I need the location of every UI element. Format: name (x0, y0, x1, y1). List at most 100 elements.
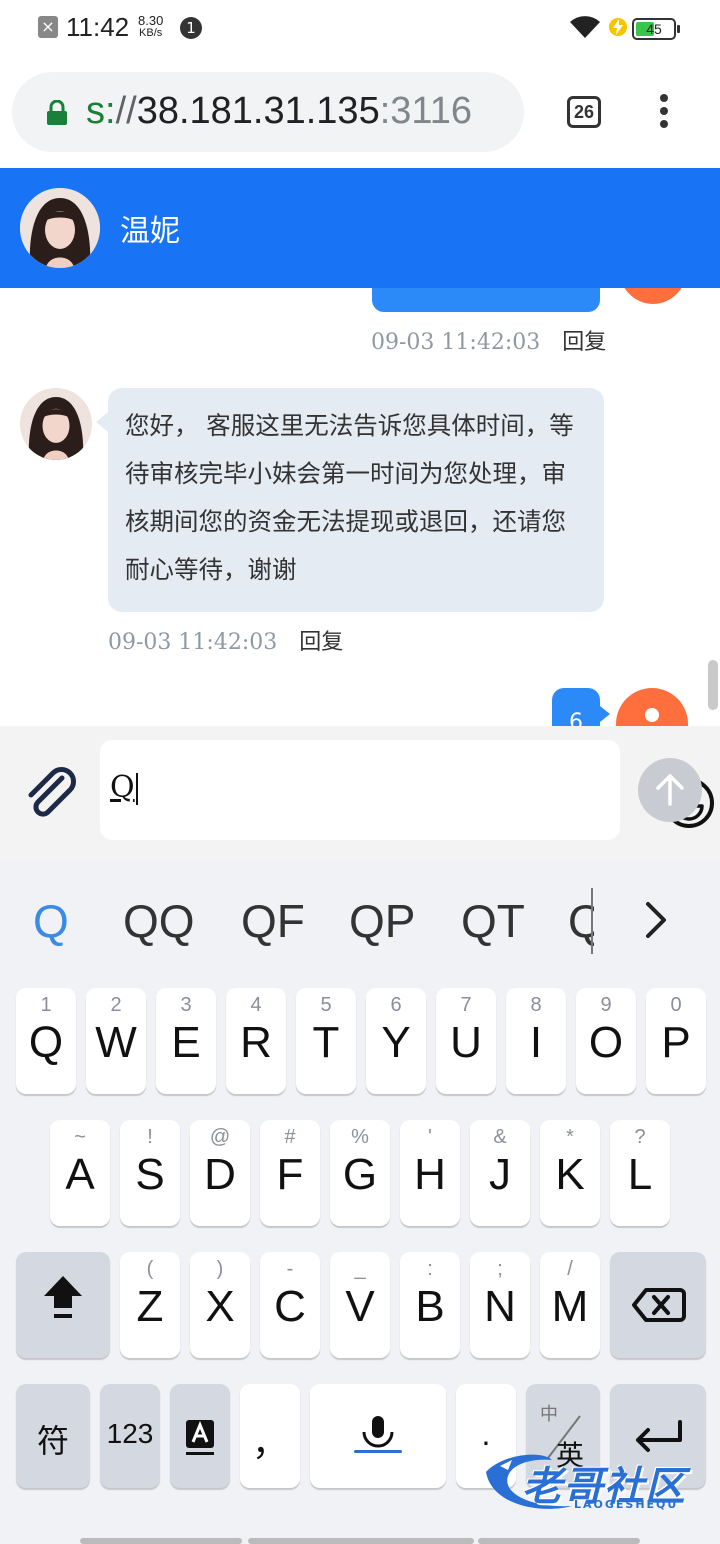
key-sub: # (284, 1126, 296, 1148)
message-meta: 09-03 11:42:03 回复 (371, 324, 606, 356)
reply-button[interactable]: 回复 (299, 630, 343, 655)
user-avatar[interactable] (616, 688, 688, 726)
more-options-icon[interactable] (654, 94, 674, 134)
key-label: Y (381, 1018, 411, 1067)
message-input-value: Q (110, 770, 138, 805)
key-label: F (276, 1150, 304, 1199)
key-w[interactable]: 2W (86, 988, 146, 1094)
reply-button[interactable]: 回复 (562, 330, 606, 355)
handwriting-key[interactable] (170, 1384, 230, 1488)
outgoing-message-bubble[interactable] (372, 288, 600, 312)
key-a[interactable]: ~ A (50, 1120, 110, 1226)
incoming-message-bubble[interactable]: 您好， 客服这里无法告诉您具体时间，等待审核完毕小妹会第一时间为您处理，审核期间… (96, 388, 604, 612)
composing-text: Q (110, 770, 135, 805)
key-b[interactable]: :B (400, 1252, 460, 1358)
key-sub: 6 (390, 994, 402, 1016)
key-u[interactable]: 7U (436, 988, 496, 1094)
key-label: U (450, 1018, 482, 1067)
contact-name: 温妮 (120, 214, 180, 249)
message-input[interactable]: Q (100, 740, 714, 840)
girl-avatar-icon (20, 388, 92, 460)
key-z[interactable]: (Z (120, 1252, 180, 1358)
backspace-key[interactable] (610, 1252, 706, 1358)
key-sub: * (566, 1126, 574, 1148)
candidate-word[interactable]: QF (241, 894, 305, 948)
key-e[interactable]: 3E (156, 988, 216, 1094)
key-label: H (414, 1150, 446, 1199)
symbols-key[interactable]: 符 (16, 1384, 90, 1488)
address-bar[interactable]: s://38.181.31.135:3116 (12, 72, 524, 152)
key-y[interactable]: 6Y (366, 988, 426, 1094)
send-button[interactable] (638, 758, 702, 822)
key-l[interactable]: ? L (610, 1120, 670, 1226)
key-c[interactable]: -C (260, 1252, 320, 1358)
message-list[interactable]: 09-03 11:42:03 回复 您好， 客服这里无法告诉您具体时间，等待审核完… (0, 288, 720, 726)
candidate-word[interactable]: QQ (123, 894, 195, 948)
key-h[interactable]: ' H (400, 1120, 460, 1226)
key-g[interactable]: % G (330, 1120, 390, 1226)
key-n[interactable]: ; N (470, 1252, 530, 1358)
key-label: I (529, 1018, 543, 1067)
key-sub: @ (209, 1126, 231, 1148)
key-o[interactable]: 9O (576, 988, 636, 1094)
chevron-right-icon[interactable] (640, 898, 672, 942)
key-sub: 7 (460, 994, 472, 1016)
key-m[interactable]: / M (540, 1252, 600, 1358)
candidate-word[interactable]: Q (33, 894, 69, 948)
candidate-word[interactable]: QT (461, 894, 525, 948)
key-label: Z (136, 1282, 164, 1331)
outgoing-message-bubble[interactable]: 6 (552, 688, 610, 726)
key-label: L (627, 1150, 653, 1199)
shift-arrow-icon (44, 1276, 82, 1318)
watermark-subtext: LAOGESHEQU (574, 1498, 679, 1511)
key-sub: 9 (600, 994, 612, 1016)
key-p[interactable]: 0P (646, 988, 706, 1094)
key-d[interactable]: @ D (190, 1120, 250, 1226)
key-sub: / (567, 1258, 573, 1280)
key-q[interactable]: 1Q (16, 988, 76, 1094)
scrollbar-thumb[interactable] (708, 660, 718, 710)
key-t[interactable]: 5T (296, 988, 356, 1094)
lock-icon (47, 100, 67, 125)
arrow-up-icon (656, 774, 684, 806)
key-sub: 1 (40, 994, 52, 1016)
key-sub: ? (634, 1126, 646, 1148)
tab-switcher-button[interactable]: 26 (567, 96, 601, 128)
key-label: T (312, 1018, 340, 1067)
key-x[interactable]: ) X (190, 1252, 250, 1358)
comma-key[interactable]: ， (240, 1384, 300, 1488)
paperclip-icon[interactable] (22, 764, 78, 820)
candidate-word[interactable]: QP (349, 894, 415, 948)
key-sub: : (427, 1258, 433, 1280)
key-label: G (342, 1150, 378, 1199)
url-host: 38.181.31.135 (136, 90, 380, 132)
key-i[interactable]: 8I (506, 988, 566, 1094)
battery-level: 45 (646, 21, 662, 37)
space-key[interactable] (310, 1384, 446, 1488)
key-k[interactable]: * K (540, 1120, 600, 1226)
close-notification-icon: × (38, 16, 58, 38)
key-r[interactable]: 4R (226, 988, 286, 1094)
key-s[interactable]: ! S (120, 1120, 180, 1226)
key-f[interactable]: # F (260, 1120, 320, 1226)
contact-avatar[interactable] (20, 188, 100, 268)
key-sub: & (493, 1126, 507, 1148)
key-label: V (345, 1282, 375, 1331)
backspace-icon (632, 1288, 686, 1322)
key-sub: - (286, 1258, 294, 1280)
contact-avatar[interactable] (20, 388, 92, 460)
key-v[interactable]: _ V (330, 1252, 390, 1358)
nav-bar-segment (478, 1538, 640, 1544)
numbers-key[interactable]: 123 (100, 1384, 160, 1488)
battery-indicator: 45 (632, 18, 680, 40)
key-sub: % (351, 1126, 369, 1148)
key-sub: ~ (74, 1126, 86, 1148)
user-avatar[interactable] (618, 288, 688, 304)
candidate-bar: Q QQ QF QP QT Q (0, 862, 720, 978)
key-label: K (555, 1150, 585, 1199)
shift-key[interactable] (16, 1252, 110, 1358)
browser-toolbar: s://38.181.31.135:3116 26 (0, 56, 720, 168)
key-j[interactable]: & J (470, 1120, 530, 1226)
key-sub: ! (147, 1126, 153, 1148)
key-sub: 0 (670, 994, 682, 1016)
